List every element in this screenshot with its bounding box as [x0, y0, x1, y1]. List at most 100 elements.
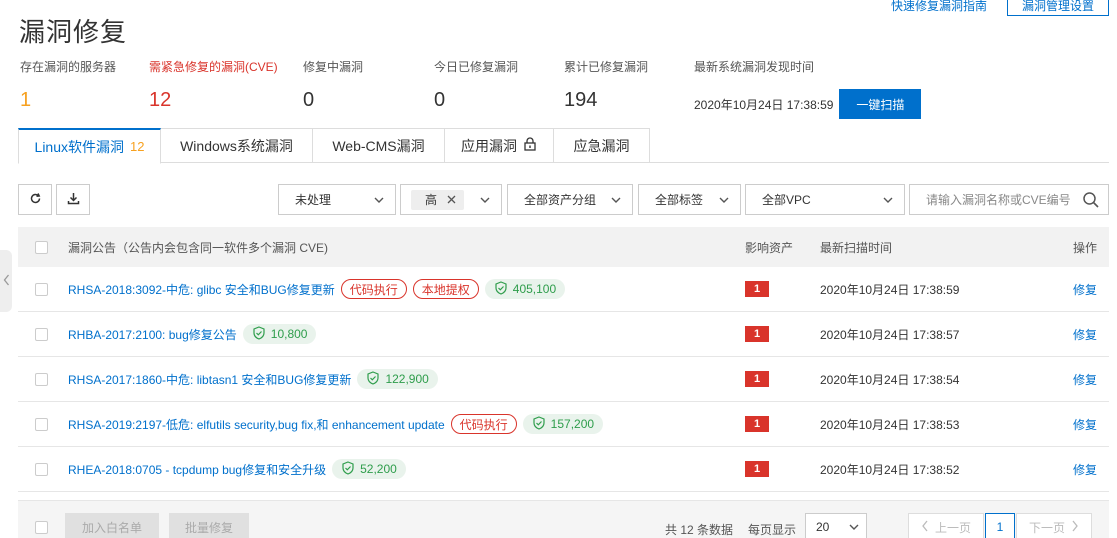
score-value: 405,100	[512, 282, 557, 296]
add-whitelist-button[interactable]: 加入白名单	[65, 513, 159, 538]
table-row: RHSA-2017:1860-中危: libtasn1 安全和BUG修复更新 1…	[18, 357, 1109, 402]
stat-fixing: 修复中漏洞 0	[303, 58, 434, 118]
stat-value[interactable]: 12	[149, 89, 303, 112]
table-footer: 加入白名单 批量修复 共 12 条数据 每页显示 20 上一页 1 下一页	[18, 500, 1109, 538]
level-select[interactable]: 高	[400, 184, 502, 215]
latest-scan-time: 2020年10月24日 17:38:59	[694, 97, 834, 112]
shield-check-icon	[532, 415, 546, 433]
search-icon[interactable]	[1082, 191, 1100, 212]
vuln-tabs: Linux软件漏洞 12 Windows系统漏洞 Web-CMS漏洞 应用漏洞 …	[18, 128, 1109, 164]
row-checkbox[interactable]	[35, 462, 48, 476]
row-checkbox[interactable]	[35, 417, 48, 431]
chevron-down-icon	[610, 194, 622, 209]
vuln-title-link[interactable]: RHBA-2017:2100: bug修复公告	[68, 326, 237, 343]
filter-toolbar: 未处理 高 全部资产分组 全部标签 全部VPC 请输入漏洞名称或CVE编号	[18, 184, 1109, 216]
stat-label: 修复中漏洞	[303, 60, 364, 74]
one-click-scan-button[interactable]: 一键扫描	[839, 89, 922, 119]
asset-group-value: 全部资产分组	[524, 193, 597, 207]
chevron-down-icon	[718, 194, 730, 209]
header-asset: 影响资产	[745, 240, 794, 255]
stat-value[interactable]: 1	[20, 89, 149, 112]
search-input[interactable]: 请输入漏洞名称或CVE编号	[909, 184, 1109, 215]
tab-emergency[interactable]: 应急漏洞	[554, 128, 650, 163]
tab-web-cms[interactable]: Web-CMS漏洞	[313, 128, 445, 163]
scan-time: 2020年10月24日 17:38:52	[820, 462, 960, 477]
header-op: 操作	[1072, 240, 1097, 255]
stat-label: 需紧急修复的漏洞(CVE)	[149, 60, 278, 74]
search-placeholder: 请输入漏洞名称或CVE编号	[926, 193, 1071, 207]
chevron-down-icon	[848, 521, 860, 536]
shield-check-icon	[494, 280, 508, 298]
page-size-value: 20	[816, 520, 830, 534]
shield-check-icon	[341, 460, 355, 478]
footer-select-all-checkbox[interactable]	[35, 521, 48, 534]
score-value: 10,800	[270, 327, 308, 341]
sidebar-collapse-handle[interactable]	[0, 250, 12, 312]
page-title: 漏洞修复	[19, 17, 128, 47]
stat-label: 今日已修复漏洞	[434, 60, 519, 74]
batch-fix-button[interactable]: 批量修复	[169, 513, 249, 538]
tags-select[interactable]: 全部标签	[638, 184, 741, 215]
tab-label: Windows系统漏洞	[180, 137, 293, 154]
stat-servers: 存在漏洞的服务器 1	[20, 58, 149, 118]
prev-page-button[interactable]: 上一页	[908, 513, 984, 538]
table-row: RHBA-2017:2100: bug修复公告 10,800 1 2020年10…	[18, 312, 1109, 357]
chevron-down-icon	[373, 194, 385, 209]
fix-link[interactable]: 修复	[1073, 416, 1097, 433]
fix-link[interactable]: 修复	[1073, 371, 1097, 388]
page-size-select[interactable]: 20	[805, 513, 867, 538]
stat-label: 累计已修复漏洞	[564, 60, 649, 74]
shield-check-icon	[252, 325, 266, 343]
top-links: 快速修复漏洞指南 漏洞管理设置	[891, 0, 1109, 16]
affected-asset-count[interactable]: 1	[745, 326, 769, 342]
asset-group-select[interactable]: 全部资产分组	[507, 184, 633, 215]
next-page-button[interactable]: 下一页	[1016, 513, 1092, 538]
tab-label: 应急漏洞	[573, 137, 630, 154]
affected-asset-count[interactable]: 1	[745, 371, 769, 387]
page-number-button[interactable]: 1	[985, 513, 1015, 538]
total-count: 共 12 条数据	[665, 523, 734, 537]
score-value: 52,200	[360, 462, 397, 476]
table-row: RHSA-2019:2197-低危: elfutils security,bug…	[18, 402, 1109, 447]
vuln-settings-button[interactable]: 漏洞管理设置	[1006, 0, 1109, 16]
fix-link[interactable]: 修复	[1073, 281, 1097, 298]
vuln-title-link[interactable]: RHEA-2018:0705 - tcpdump bug修复和安全升级	[68, 461, 326, 478]
stat-value: 0	[434, 89, 446, 111]
stat-total-fixed: 累计已修复漏洞 194	[564, 58, 694, 118]
row-checkbox[interactable]	[35, 282, 48, 296]
stats-bar: 存在漏洞的服务器 1 需紧急修复的漏洞(CVE) 12 修复中漏洞 0 今日已修…	[20, 58, 934, 119]
badge-code-exec: 代码执行	[450, 414, 517, 434]
affected-asset-count[interactable]: 1	[745, 461, 769, 477]
tab-label: 应用漏洞	[461, 137, 517, 154]
tags-select-value: 全部标签	[655, 193, 704, 207]
header-title: 漏洞公告（公告内会包含同一软件多个漏洞 CVE)	[68, 240, 329, 255]
status-select-value: 未处理	[295, 193, 332, 207]
vuln-title-link[interactable]: RHSA-2017:1860-中危: libtasn1 安全和BUG修复更新	[68, 371, 351, 388]
chevron-left-icon	[921, 520, 929, 535]
stat-today-fixed: 今日已修复漏洞 0	[434, 58, 564, 118]
fix-link[interactable]: 修复	[1073, 326, 1097, 343]
chevron-left-icon	[3, 274, 10, 289]
tab-windows[interactable]: Windows系统漏洞	[161, 128, 313, 163]
affected-asset-count[interactable]: 1	[745, 416, 769, 432]
affected-asset-count[interactable]: 1	[745, 281, 769, 297]
download-button[interactable]	[56, 184, 90, 215]
refresh-button[interactable]	[18, 184, 52, 215]
prev-page-label: 上一页	[934, 520, 971, 535]
vpc-select[interactable]: 全部VPC	[745, 184, 905, 215]
vuln-title-link[interactable]: RHSA-2019:2197-低危: elfutils security,bug…	[68, 416, 445, 433]
fix-link[interactable]: 修复	[1073, 461, 1097, 478]
per-page-label: 每页显示	[748, 523, 797, 537]
row-checkbox[interactable]	[35, 372, 48, 386]
close-icon[interactable]	[447, 193, 456, 207]
chevron-down-icon	[882, 194, 894, 209]
row-checkbox[interactable]	[35, 327, 48, 341]
status-select[interactable]: 未处理	[278, 184, 396, 215]
tab-linux[interactable]: Linux软件漏洞 12	[18, 128, 161, 164]
stat-label: 存在漏洞的服务器	[20, 60, 117, 74]
tab-app[interactable]: 应用漏洞	[445, 128, 554, 163]
vuln-title-link[interactable]: RHSA-2018:3092-中危: glibc 安全和BUG修复更新	[68, 281, 335, 298]
vuln-table: 漏洞公告（公告内会包含同一软件多个漏洞 CVE) 影响资产 最新扫描时间 操作 …	[18, 227, 1109, 492]
quick-fix-guide-link[interactable]: 快速修复漏洞指南	[891, 0, 987, 14]
select-all-checkbox[interactable]	[35, 240, 48, 254]
